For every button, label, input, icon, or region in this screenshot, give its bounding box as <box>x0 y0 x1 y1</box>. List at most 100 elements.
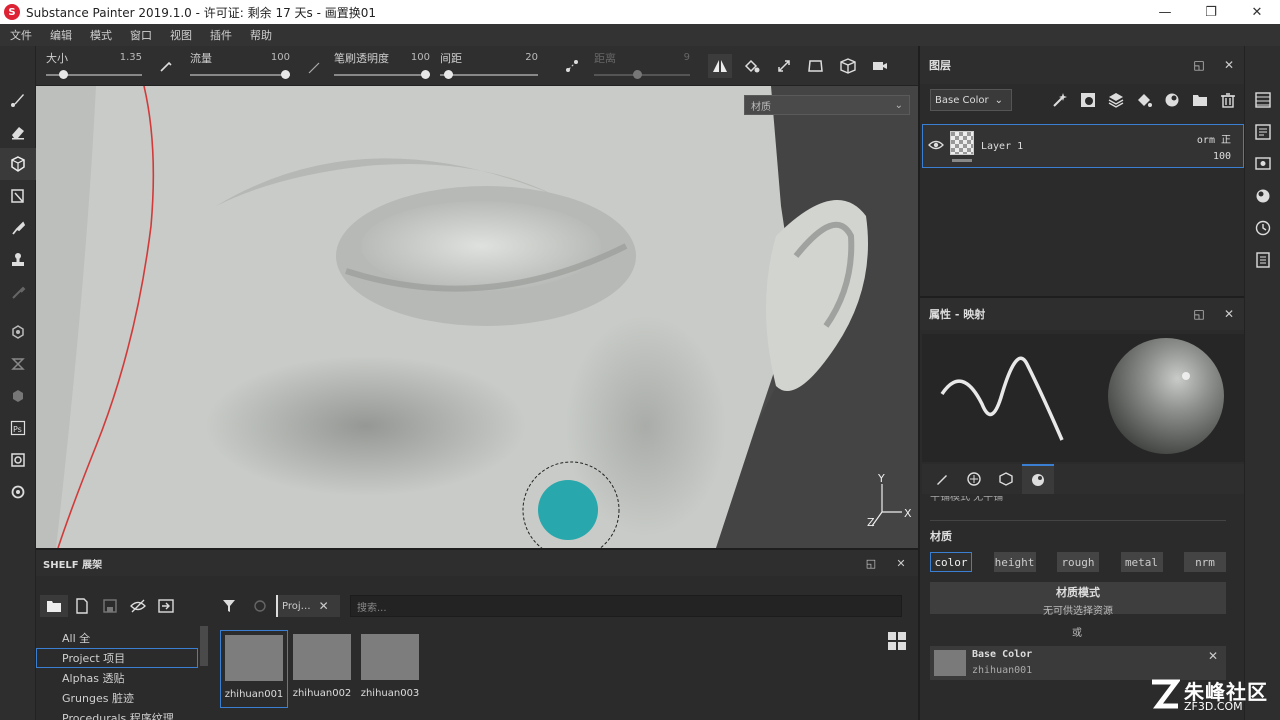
display-settings-icon[interactable] <box>1245 148 1280 180</box>
stroke-opacity-slider[interactable]: 笔刷透明度 100 <box>334 50 430 82</box>
category-alphas[interactable]: Alphas 透贴 <box>36 668 204 688</box>
category-scrollbar[interactable] <box>200 626 208 666</box>
viewport-material-dropdown[interactable]: 材质 ⌄ <box>744 95 910 115</box>
maximize-button[interactable]: ❐ <box>1188 0 1234 24</box>
photoshop-icon[interactable]: Ps <box>0 412 36 444</box>
texture-set-list-icon[interactable] <box>1245 84 1280 116</box>
history-icon[interactable] <box>1245 212 1280 244</box>
tab-stencil-icon[interactable] <box>990 464 1022 494</box>
menu-help[interactable]: 帮助 <box>250 27 272 43</box>
menu-edit[interactable]: 编辑 <box>50 27 72 43</box>
add-folder-icon[interactable] <box>1186 89 1214 111</box>
size-pressure-icon[interactable] <box>154 54 178 78</box>
tab-alpha-icon[interactable] <box>958 464 990 494</box>
geometry-mask-icon[interactable] <box>0 348 36 380</box>
hide-icon[interactable] <box>124 595 152 617</box>
menu-mode[interactable]: 模式 <box>90 27 112 43</box>
settings-icon[interactable] <box>0 476 36 508</box>
category-project[interactable]: Project 项目 <box>36 648 198 668</box>
clone-stamp-icon[interactable] <box>0 244 36 276</box>
align-icon[interactable] <box>772 54 796 78</box>
shelf-search-input[interactable]: 搜索... <box>350 595 902 617</box>
grid-view-icon[interactable] <box>888 632 906 650</box>
asset-item[interactable]: zhihuan002 <box>288 630 356 708</box>
stroke-opacity-value[interactable]: 100 <box>411 52 430 63</box>
clear-slot-icon[interactable]: ✕ <box>1208 649 1218 663</box>
menu-view[interactable]: 视图 <box>170 27 192 43</box>
distance-slider[interactable]: 距离 9 <box>594 50 690 82</box>
spacing-knob[interactable] <box>444 70 454 79</box>
layer-opacity[interactable]: 100 <box>1213 151 1231 162</box>
category-procedurals[interactable]: Procedurals 程序纹理 <box>36 708 204 720</box>
lazy-mouse-icon[interactable] <box>560 54 584 78</box>
new-file-icon[interactable] <box>68 595 96 617</box>
spacing-slider[interactable]: 间距 20 <box>440 50 538 82</box>
channel-height-button[interactable]: height <box>993 552 1036 572</box>
channel-metal-button[interactable]: metal <box>1120 552 1163 572</box>
add-smart-material-icon[interactable] <box>1158 89 1186 111</box>
properties-float-icon[interactable]: ◱ <box>1192 307 1206 321</box>
category-grunges[interactable]: Grunges 脏迹 <box>36 688 204 708</box>
stroke-opacity-knob[interactable] <box>421 70 430 79</box>
base-color-swatch[interactable] <box>934 650 966 676</box>
layers-float-icon[interactable]: ◱ <box>1192 58 1206 72</box>
tab-material-icon[interactable] <box>1022 464 1054 494</box>
tab-brush-icon[interactable] <box>926 464 958 494</box>
visibility-eye-icon[interactable] <box>928 139 944 154</box>
distance-value[interactable]: 9 <box>684 52 690 63</box>
category-all[interactable]: All 全 <box>36 628 204 648</box>
flow-knob[interactable] <box>281 70 290 79</box>
cube-view-icon[interactable] <box>836 54 860 78</box>
add-fill-layer-icon[interactable] <box>1102 89 1130 111</box>
layer-name[interactable]: Layer 1 <box>981 141 1023 152</box>
symmetry-icon[interactable] <box>708 54 732 78</box>
log-icon[interactable] <box>1245 244 1280 276</box>
filter-tag-project[interactable]: Proj… ✕ <box>276 595 340 617</box>
fill-projection-icon[interactable] <box>740 54 764 78</box>
camera-icon[interactable] <box>868 54 892 78</box>
minimize-button[interactable]: — <box>1142 0 1188 24</box>
refresh-icon[interactable] <box>244 599 276 613</box>
layer-row[interactable]: Layer 1 orm 正 100 <box>922 124 1244 168</box>
layer-blend-mode[interactable]: orm 正 <box>1197 131 1231 146</box>
menu-plugins[interactable]: 插件 <box>210 27 232 43</box>
preview-icon[interactable] <box>0 444 36 476</box>
channel-color-button[interactable]: color <box>930 552 972 572</box>
menu-window[interactable]: 窗口 <box>130 27 152 43</box>
spacing-value[interactable]: 20 <box>525 52 538 63</box>
add-mask-icon[interactable] <box>1074 89 1102 111</box>
folder-icon[interactable] <box>40 595 68 617</box>
shelf-float-icon[interactable]: ◱ <box>864 556 878 570</box>
import-icon[interactable] <box>152 595 180 617</box>
size-knob[interactable] <box>59 70 69 79</box>
save-icon[interactable] <box>96 595 124 617</box>
properties-close-icon[interactable]: ✕ <box>1222 307 1236 321</box>
paint-brush-icon[interactable] <box>0 84 36 116</box>
id-mask-icon[interactable] <box>0 380 36 412</box>
close-button[interactable]: ✕ <box>1234 0 1280 24</box>
distance-knob[interactable] <box>633 70 643 79</box>
layers-close-icon[interactable]: ✕ <box>1222 58 1236 72</box>
3d-viewport[interactable]: Y X Z 材质 ⌄ <box>36 86 918 548</box>
delete-layer-icon[interactable] <box>1214 89 1242 111</box>
uv-projection-icon[interactable] <box>804 54 828 78</box>
polygon-fill-icon[interactable] <box>0 180 36 212</box>
menu-file[interactable]: 文件 <box>10 27 32 43</box>
viewer-settings-icon[interactable] <box>1245 180 1280 212</box>
flow-pressure-icon[interactable] <box>302 56 326 80</box>
asset-item[interactable]: zhihuan001 <box>220 630 288 708</box>
shelf-close-icon[interactable]: ✕ <box>894 556 908 570</box>
channel-rough-button[interactable]: rough <box>1057 552 1099 572</box>
flow-value[interactable]: 100 <box>271 52 290 63</box>
filter-icon[interactable] <box>214 599 244 613</box>
bake-icon[interactable] <box>0 316 36 348</box>
eraser-icon[interactable] <box>0 116 36 148</box>
size-slider[interactable]: 大小 1.35 <box>46 50 142 82</box>
channel-select[interactable]: Base Color ⌄ <box>930 89 1012 111</box>
base-color-slot[interactable]: Base Color zhihuan001 ✕ <box>930 646 1226 680</box>
smudge-icon[interactable] <box>0 212 36 244</box>
channel-nrm-button[interactable]: nrm <box>1184 552 1226 572</box>
flow-slider[interactable]: 流量 100 <box>190 50 290 82</box>
filter-tag-close-icon[interactable]: ✕ <box>319 599 329 613</box>
color-picker-icon[interactable] <box>0 276 36 308</box>
